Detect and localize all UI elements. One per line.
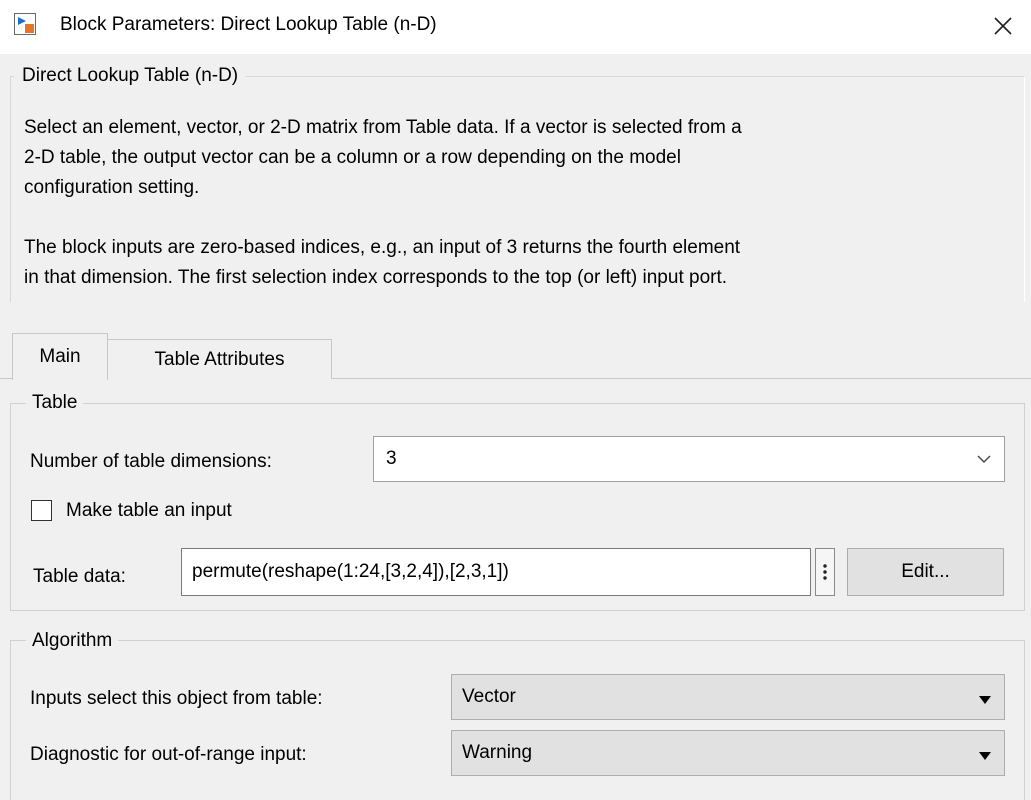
table-group-legend: Table: [26, 392, 84, 414]
dims-label: Number of table dimensions:: [30, 451, 272, 472]
edit-button[interactable]: Edit...: [847, 548, 1004, 596]
simulink-block-icon: [14, 13, 36, 35]
table-data-label: Table data:: [33, 566, 126, 587]
dims-value: 3: [386, 448, 397, 469]
inputs-select-label: Inputs select this object from table:: [30, 688, 323, 709]
kebab-menu-icon: [823, 564, 827, 580]
dropdown-arrow-icon: [978, 692, 992, 704]
dropdown-arrow-icon: [978, 748, 992, 760]
table-dimensions-dropdown[interactable]: 3: [373, 436, 1005, 482]
table-data-options-button[interactable]: [815, 548, 835, 596]
make-table-input-label[interactable]: Make table an input: [66, 499, 232, 523]
make-table-input-checkbox[interactable]: [31, 500, 52, 521]
algorithm-group-legend: Algorithm: [26, 630, 119, 652]
description-paragraph: Select an element, vector, or 2-D matrix…: [24, 117, 742, 198]
table-data-field[interactable]: [181, 548, 811, 596]
chevron-down-icon: [974, 449, 994, 469]
description-paragraph: The block inputs are zero-based indices,…: [24, 237, 741, 288]
tab-main[interactable]: Main: [12, 333, 108, 380]
close-icon: [994, 17, 1012, 35]
algorithm-groupbox: [10, 640, 1025, 800]
close-button[interactable]: [985, 8, 1021, 44]
inputs-select-dropdown[interactable]: Vector: [451, 674, 1005, 720]
diagnostic-dropdown[interactable]: Warning: [451, 730, 1005, 776]
description-legend: Direct Lookup Table (n-D): [14, 64, 247, 88]
inputs-select-value: Vector: [462, 686, 516, 707]
diagnostic-value: Warning: [462, 742, 533, 763]
tab-table-attributes[interactable]: Table Attributes: [107, 339, 332, 379]
window-title: Block Parameters: Direct Lookup Table (n…: [60, 14, 437, 35]
diagnostic-label: Diagnostic for out-of-range input:: [30, 744, 307, 765]
